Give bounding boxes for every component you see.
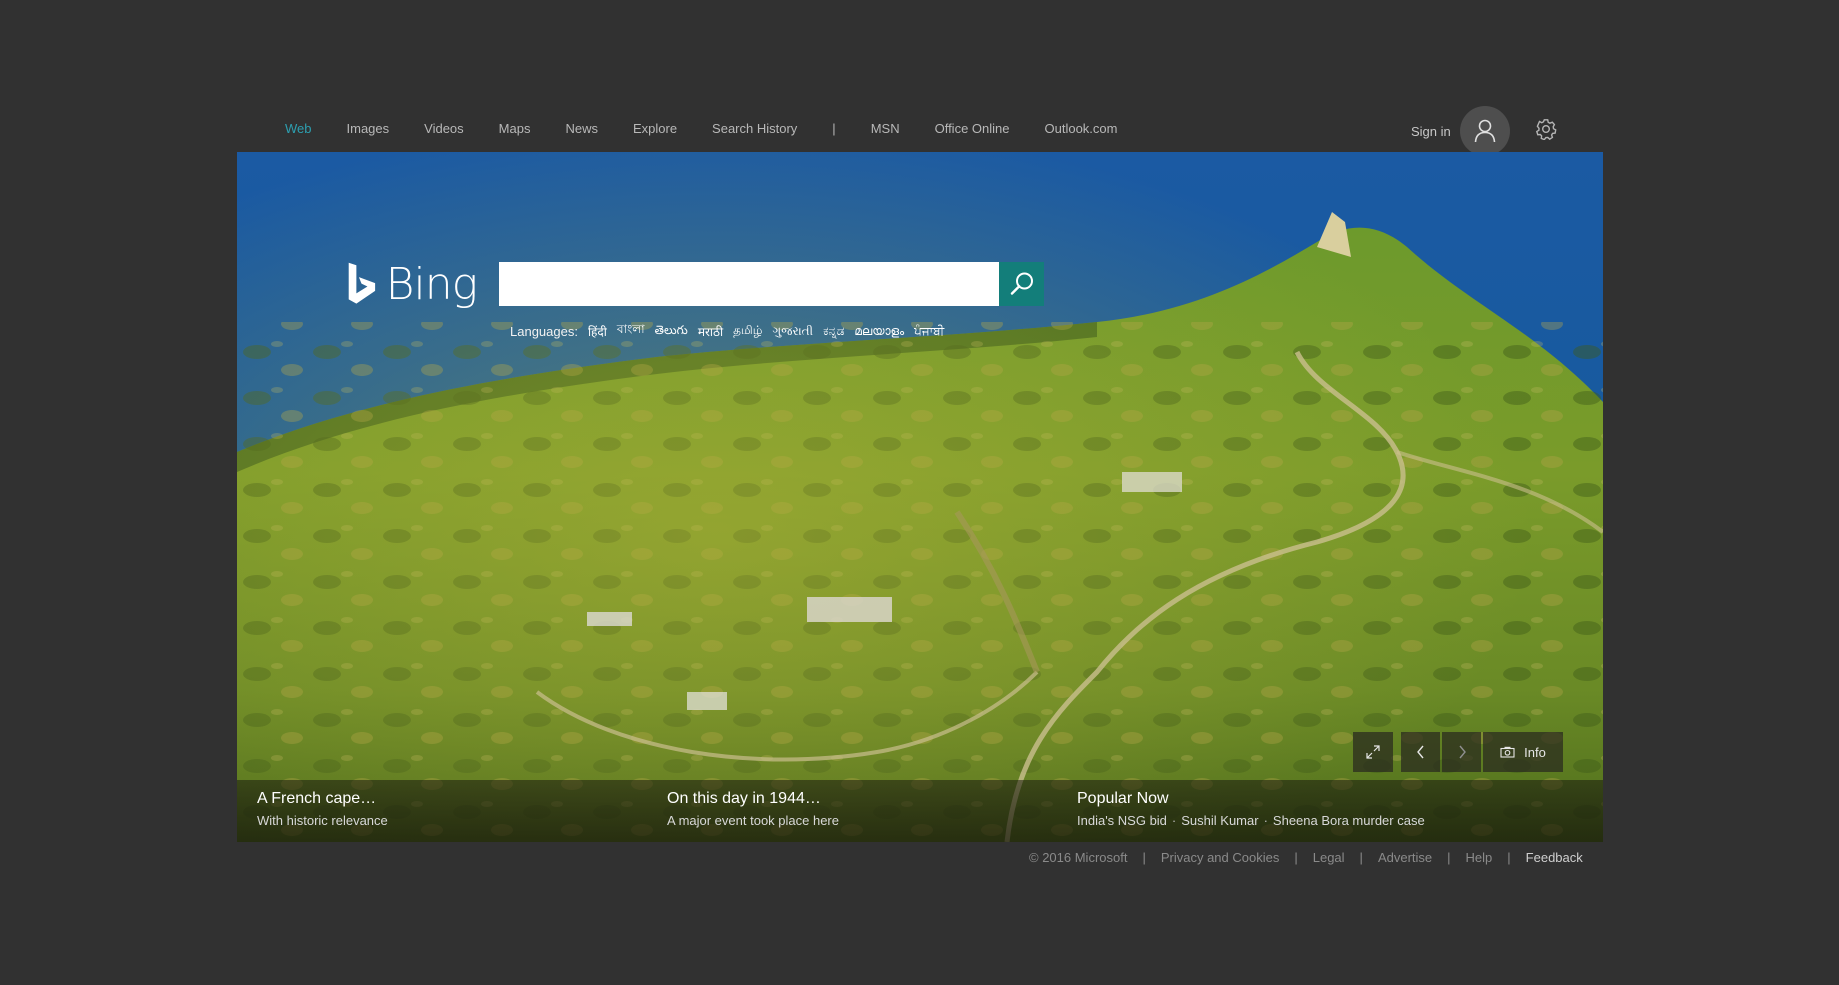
search-button[interactable] (999, 262, 1044, 306)
expand-image-button[interactable] (1353, 732, 1393, 772)
popular-link[interactable]: India's NSG bid (1077, 813, 1167, 828)
language-hindi[interactable]: हिंदी (588, 323, 607, 340)
search-icon (1010, 272, 1033, 295)
popular-now-title: Popular Now (1077, 790, 1169, 807)
settings-gear-icon[interactable] (1535, 118, 1557, 141)
footer-legal-link[interactable]: Legal (1313, 850, 1345, 865)
footer-help-link[interactable]: Help (1466, 850, 1493, 865)
footer-separator: | (1294, 850, 1298, 865)
language-gujarati[interactable]: ગુજરાતી (772, 324, 813, 339)
popular-now-links: India's NSG bid · Sushil Kumar · Sheena … (1077, 813, 1425, 828)
hotspot-card[interactable]: A French cape… With historic relevance (257, 790, 388, 828)
info-label: Info (1524, 744, 1546, 760)
camera-icon (1500, 746, 1515, 758)
nav-msn[interactable]: MSN (871, 121, 900, 136)
sign-in-button[interactable]: Sign in (1411, 106, 1510, 156)
language-tamil[interactable]: தமிழ் (733, 323, 762, 339)
user-icon (1474, 119, 1496, 143)
expand-icon (1366, 745, 1380, 759)
nav-images[interactable]: Images (347, 121, 390, 136)
bing-homepage: Web Images Videos Maps News Explore Sear… (0, 0, 1839, 985)
nav-maps[interactable]: Maps (499, 121, 531, 136)
hotspot-card[interactable]: On this day in 1944… A major event took … (667, 790, 839, 828)
chevron-right-icon (1458, 745, 1466, 759)
nav-search-history[interactable]: Search History (712, 121, 797, 136)
language-telugu[interactable]: తెలుగు (655, 323, 688, 340)
language-kannada[interactable]: ಕನ್ನಡ (823, 324, 844, 339)
popular-link[interactable]: Sushil Kumar (1181, 813, 1258, 828)
nav-news[interactable]: News (565, 121, 598, 136)
card-subtitle: A major event took place here (667, 813, 839, 828)
next-image-button[interactable] (1442, 732, 1481, 772)
popular-now-card: Popular Now India's NSG bid · Sushil Kum… (1077, 790, 1425, 828)
footer-privacy-link[interactable]: Privacy and Cookies (1161, 850, 1280, 865)
feedback-link[interactable]: Feedback (1526, 850, 1583, 865)
sign-in-label: Sign in (1411, 123, 1451, 139)
languages-label: Languages: (510, 323, 578, 339)
bing-logo[interactable]: Bing (347, 256, 478, 312)
search-input[interactable] (499, 262, 999, 306)
bing-wordmark: Bing (385, 258, 478, 310)
nav-separator: | (832, 121, 836, 136)
footer: © 2016 Microsoft | Privacy and Cookies |… (1029, 850, 1583, 865)
chevron-left-icon (1416, 745, 1424, 759)
card-title: On this day in 1944… (667, 790, 821, 807)
nav-web[interactable]: Web (285, 121, 312, 136)
link-separator: · (1171, 813, 1177, 828)
nav-office-online[interactable]: Office Online (935, 121, 1010, 136)
footer-separator: | (1142, 850, 1146, 865)
language-punjabi[interactable]: ਪੰਜਾਬੀ (914, 324, 944, 339)
language-marathi[interactable]: मराठी (698, 323, 723, 340)
link-separator: · (1263, 813, 1268, 828)
image-info-button[interactable]: Info (1483, 732, 1563, 772)
popular-link[interactable]: Sheena Bora murder case (1273, 813, 1425, 828)
avatar (1459, 106, 1510, 156)
footer-separator: | (1507, 850, 1511, 865)
copyright: © 2016 Microsoft (1029, 850, 1128, 865)
hero-image: Bing Languages: हिंदी বাংলা తెలుగు मराठी… (237, 152, 1603, 842)
card-title: A French cape… (257, 790, 377, 807)
bing-logo-icon (348, 262, 376, 304)
hotspot-strip: A French cape… With historic relevance O… (237, 780, 1603, 842)
language-bengali[interactable]: বাংলা (617, 321, 645, 341)
language-malayalam[interactable]: മലയാളം (854, 324, 904, 339)
nav-videos[interactable]: Videos (424, 121, 464, 136)
footer-separator: | (1359, 850, 1363, 865)
language-links: Languages: हिंदी বাংলা తెలుగు मराठी தமிழ… (510, 321, 954, 341)
card-subtitle: With historic relevance (257, 813, 388, 828)
previous-image-button[interactable] (1401, 732, 1440, 772)
nav-outlook[interactable]: Outlook.com (1045, 121, 1118, 136)
footer-advertise-link[interactable]: Advertise (1378, 850, 1432, 865)
top-navigation: Web Images Videos Maps News Explore Sear… (285, 121, 1152, 136)
nav-explore[interactable]: Explore (633, 121, 677, 136)
footer-separator: | (1447, 850, 1451, 865)
